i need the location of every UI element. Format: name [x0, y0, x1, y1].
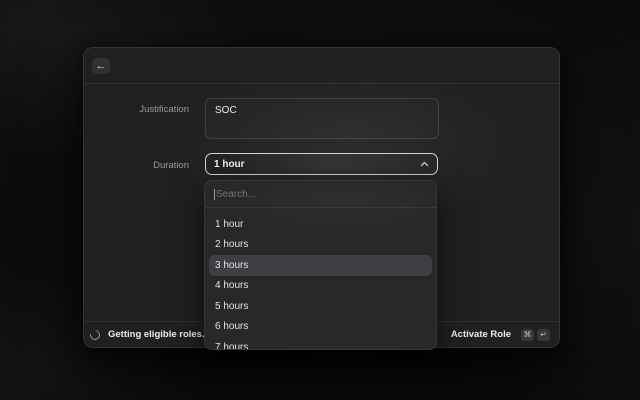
- back-button[interactable]: ←: [92, 58, 110, 74]
- return-key-badge: ↵: [537, 329, 550, 341]
- return-key-icon: ↵: [540, 331, 547, 339]
- dropdown-search-input[interactable]: Search...: [205, 181, 436, 208]
- activate-role-label: Activate Role: [451, 329, 511, 340]
- dropdown-option-6-hours[interactable]: 6 hours: [209, 317, 432, 338]
- duration-label: Duration: [104, 160, 189, 171]
- chevron-up-icon: [420, 161, 429, 167]
- text-cursor: [214, 189, 215, 200]
- dropdown-option-4-hours[interactable]: 4 hours: [209, 276, 432, 297]
- duration-value: 1 hour: [214, 159, 420, 170]
- status-text: Getting eligible roles...: [108, 329, 210, 340]
- window-header: ←: [84, 48, 559, 84]
- loading-spinner-icon: [88, 328, 102, 342]
- dropdown-option-list: 1 hour 2 hours 3 hours 4 hours 5 hours 6…: [205, 208, 436, 350]
- dropdown-option-3-hours[interactable]: 3 hours: [209, 255, 432, 276]
- search-placeholder: Search...: [216, 189, 256, 200]
- dropdown-option-5-hours[interactable]: 5 hours: [209, 296, 432, 317]
- justification-field[interactable]: SOC: [205, 98, 439, 139]
- activate-role-button[interactable]: Activate Role ⌘ ↵: [451, 329, 550, 341]
- duration-dropdown-panel: Search... 1 hour 2 hours 3 hours 4 hours…: [204, 180, 437, 350]
- dropdown-option-7-hours[interactable]: 7 hours: [209, 337, 432, 350]
- command-key-icon: ⌘: [524, 331, 532, 339]
- dropdown-option-2-hours[interactable]: 2 hours: [209, 235, 432, 256]
- justification-value: SOC: [215, 105, 429, 116]
- back-arrow-icon: ←: [96, 61, 107, 72]
- command-key-badge: ⌘: [521, 329, 534, 341]
- duration-select[interactable]: 1 hour: [205, 153, 438, 175]
- justification-label: Justification: [104, 104, 189, 115]
- dropdown-option-1-hour[interactable]: 1 hour: [209, 214, 432, 235]
- desktop-background: ← Justification SOC Duration 1 hour Gett…: [0, 0, 640, 400]
